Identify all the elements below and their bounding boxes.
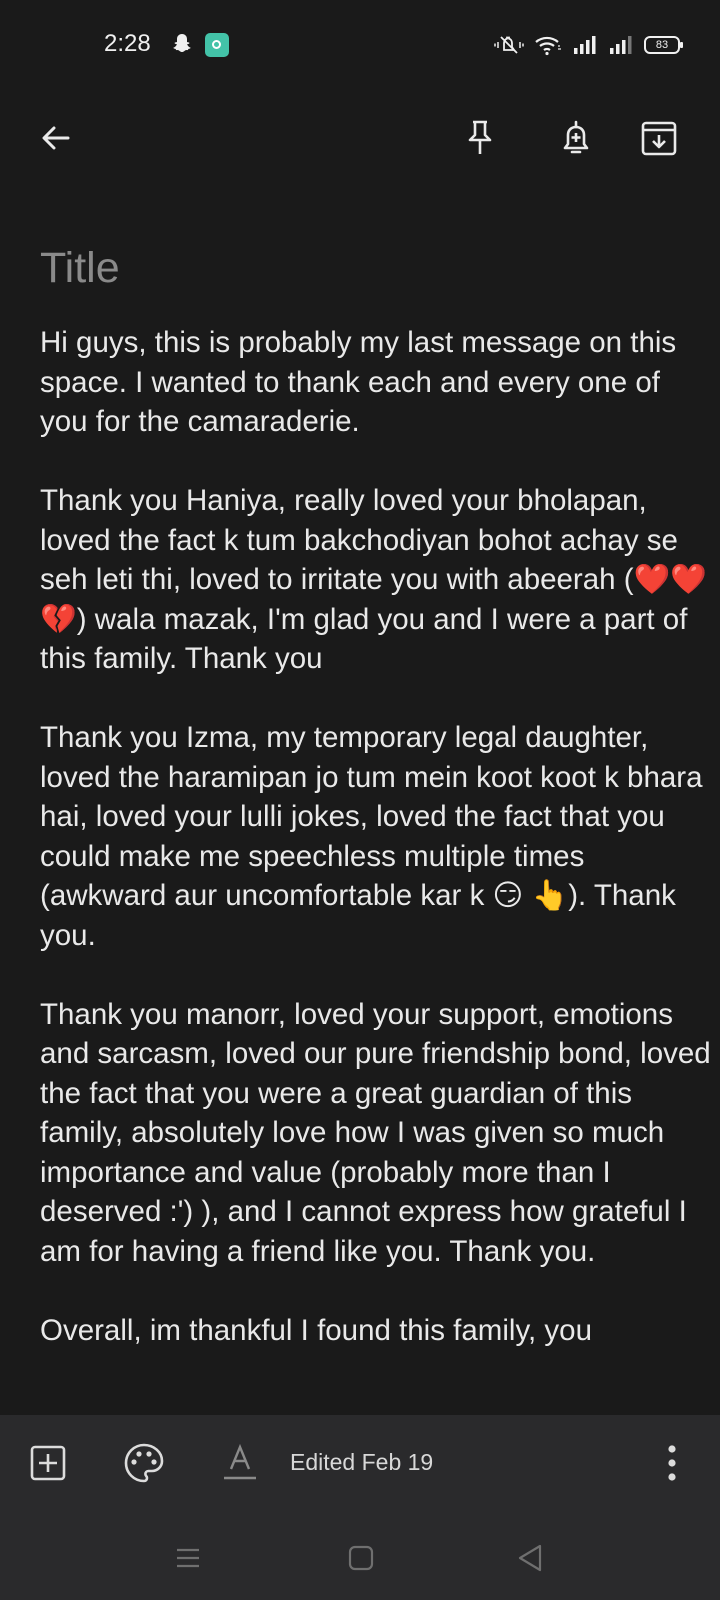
recent-apps-icon <box>177 1548 199 1568</box>
note-toolbar <box>0 92 720 184</box>
pin-icon <box>468 120 492 154</box>
text-format-button[interactable] <box>210 1433 270 1493</box>
note-title-field[interactable]: Title <box>40 244 120 293</box>
system-icons: 83 <box>494 30 683 60</box>
status-bar: 2:28 83 <box>0 0 720 92</box>
note-paragraph: Thank you manorr, loved your support, em… <box>40 997 711 1268</box>
status-time: 2:28 <box>104 30 151 57</box>
battery-icon: 83 <box>644 36 683 54</box>
signal-icon <box>574 36 596 54</box>
more-options-button[interactable] <box>642 1433 702 1493</box>
add-box-icon <box>30 1445 66 1481</box>
note-bottom-bar: Edited Feb 19 <box>0 1415 720 1515</box>
home-button[interactable] <box>336 1533 386 1583</box>
add-button[interactable] <box>18 1433 78 1493</box>
reminder-bell-icon <box>563 120 589 154</box>
snapchat-icon <box>173 34 191 52</box>
note-paragraph: Hi guys, this is probably my last messag… <box>40 326 677 438</box>
note-paragraph: Thank you Izma, my temporary legal daugh… <box>40 721 703 952</box>
home-icon <box>348 1545 374 1571</box>
palette-icon <box>124 1443 164 1483</box>
wifi-icon <box>535 36 561 56</box>
text-format-icon <box>224 1443 256 1480</box>
pin-button[interactable] <box>454 112 506 164</box>
note-paragraph: Overall, im thankful I found this family… <box>40 1313 592 1347</box>
reminder-button[interactable] <box>550 112 602 164</box>
arrow-back-icon <box>42 126 70 150</box>
palette-button[interactable] <box>114 1433 174 1493</box>
recent-apps-button[interactable] <box>163 1533 213 1583</box>
app-notification-icon <box>205 33 229 57</box>
more-vert-icon <box>668 1445 676 1481</box>
edited-timestamp: Edited Feb 19 <box>290 1449 434 1475</box>
nav-back-icon <box>518 1544 542 1572</box>
system-navigation-bar <box>0 1515 720 1600</box>
note-body-field[interactable]: Hi guys, this is probably my last messag… <box>40 323 715 1390</box>
archive-button[interactable] <box>633 112 685 164</box>
signal-icon <box>610 36 632 54</box>
note-paragraph: Thank you Haniya, really loved your bhol… <box>40 484 708 675</box>
archive-icon <box>641 121 677 156</box>
mute-icon <box>494 36 524 54</box>
back-button[interactable] <box>30 112 82 164</box>
nav-back-button[interactable] <box>505 1533 555 1583</box>
